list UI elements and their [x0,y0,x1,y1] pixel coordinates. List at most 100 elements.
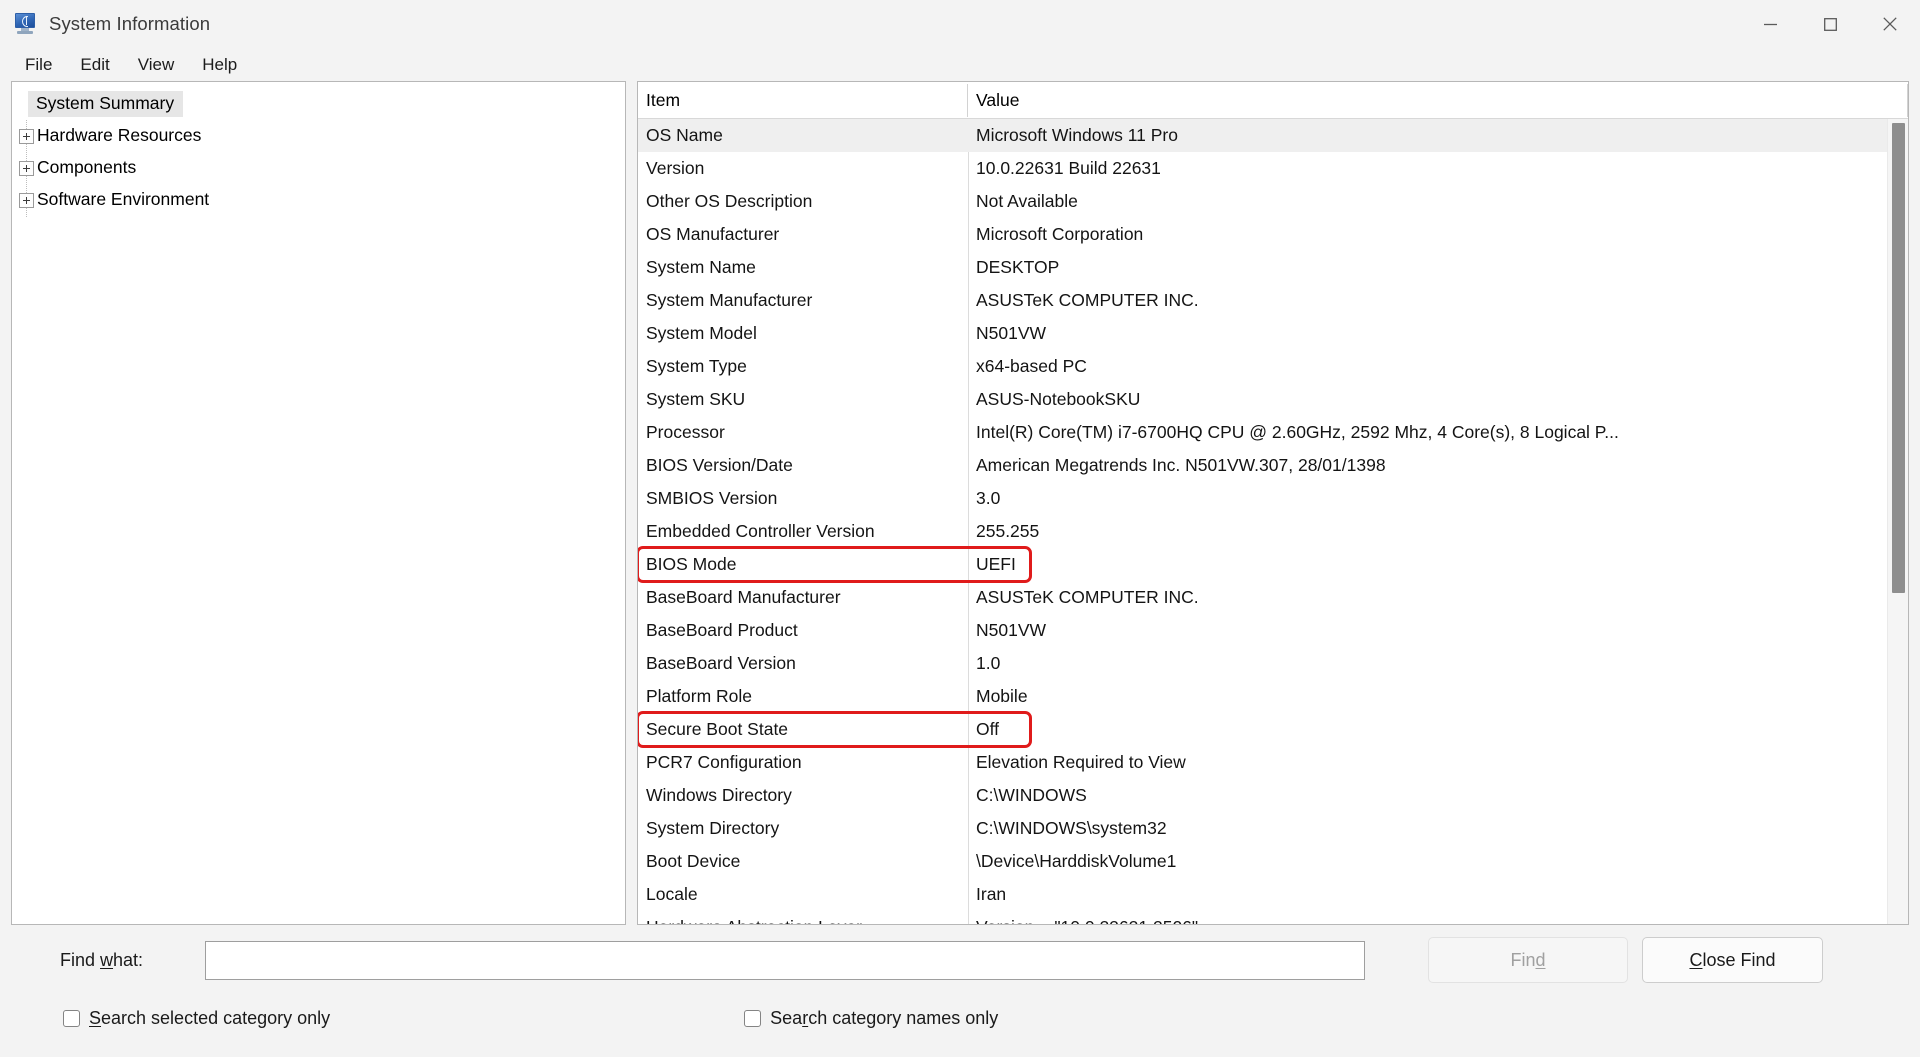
details-row[interactable]: OS ManufacturerMicrosoft Corporation [638,218,1908,251]
menu-help[interactable]: Help [188,53,251,77]
find-input[interactable] [205,941,1365,980]
details-row[interactable]: System NameDESKTOP [638,251,1908,284]
details-row-item: Version [638,158,968,179]
menu-view[interactable]: View [124,53,189,77]
details-row-value: Iran [968,884,1908,905]
details-row-value: 255.255 [968,521,1908,542]
tree-item-system-summary[interactable]: System Summary [12,88,625,120]
find-what-label: Find what: [60,950,205,971]
details-row-item: BIOS Mode [638,554,968,575]
close-button[interactable] [1860,0,1920,48]
find-bar: Find what: Find Close Find Search select… [0,925,1920,1057]
details-row-value: Version = "10.0.22621.2506" [968,917,1908,924]
details-row[interactable]: SMBIOS Version3.0 [638,482,1908,515]
expand-plus-icon[interactable] [19,129,34,144]
details-row[interactable]: BaseBoard ManufacturerASUSTeK COMPUTER I… [638,581,1908,614]
checkbox-label: Search category names only [770,1008,998,1029]
details-row-list: OS NameMicrosoft Windows 11 ProVersion10… [638,119,1908,924]
details-body: OS NameMicrosoft Windows 11 ProVersion10… [638,119,1908,924]
cb2-post: ch category names only [808,1008,998,1028]
details-row[interactable]: ProcessorIntel(R) Core(TM) i7-6700HQ CPU… [638,416,1908,449]
details-row[interactable]: PCR7 ConfigurationElevation Required to … [638,746,1908,779]
menu-file[interactable]: File [11,53,66,77]
details-row-item: Processor [638,422,968,443]
details-scrollbar[interactable] [1887,119,1908,924]
tree-item-hardware-resources[interactable]: Hardware Resources [12,120,625,152]
system-information-window: System Information File Edit View Help S… [0,0,1920,1057]
details-row-item: Other OS Description [638,191,968,212]
details-row[interactable]: System DirectoryC:\WINDOWS\system32 [638,812,1908,845]
find-label-accelerator: w [100,950,113,970]
checkbox-box-icon[interactable] [744,1010,761,1027]
details-row-value: UEFI [968,554,1030,575]
details-row-item: System Directory [638,818,968,839]
details-row-item: OS Name [638,125,968,146]
details-row[interactable]: Platform RoleMobile [638,680,1908,713]
details-row-item: System Manufacturer [638,290,968,311]
details-row-value: 10.0.22631 Build 22631 [968,158,1908,179]
title-bar: System Information [0,0,1920,48]
details-row[interactable]: System SKUASUS-NotebookSKU [638,383,1908,416]
details-row[interactable]: Hardware Abstraction LayerVersion = "10.… [638,911,1908,924]
details-row[interactable]: LocaleIran [638,878,1908,911]
details-row[interactable]: System ManufacturerASUSTeK COMPUTER INC. [638,284,1908,317]
close-find-accelerator: C [1689,950,1702,971]
details-pane: Item Value OS NameMicrosoft Windows 11 P… [637,81,1909,925]
details-row-item: Locale [638,884,968,905]
details-row-value: Off [968,719,1030,740]
details-row-value: Elevation Required to View [968,752,1908,773]
find-button[interactable]: Find [1428,937,1628,983]
cb1-post: earch selected category only [101,1008,330,1028]
close-find-button[interactable]: Close Find [1642,937,1823,983]
details-row-value: Microsoft Corporation [968,224,1908,245]
details-row-value: Intel(R) Core(TM) i7-6700HQ CPU @ 2.60GH… [968,422,1908,443]
find-row-top: Find what: Find Close Find [11,925,1909,995]
minimize-button[interactable] [1740,0,1800,48]
tree-item-software-environment[interactable]: Software Environment [12,184,625,216]
column-header-item[interactable]: Item [638,90,968,111]
expand-plus-icon[interactable] [19,193,34,208]
scrollbar-thumb[interactable] [1892,123,1905,593]
find-button-pre: Fin [1510,950,1535,971]
tree-item-components[interactable]: Components [12,152,625,184]
category-tree: System Summary Hardware Resources Compon… [12,82,625,216]
details-row-value: \Device\HarddiskVolume1 [968,851,1908,872]
search-category-names-checkbox[interactable]: Search category names only [744,1008,998,1029]
expand-plus-icon[interactable] [19,161,34,176]
details-row-item: BaseBoard Manufacturer [638,587,968,608]
details-row-value: C:\WINDOWS [968,785,1908,806]
details-row[interactable]: System Typex64-based PC [638,350,1908,383]
close-find-post: lose Find [1702,950,1775,971]
category-tree-pane: System Summary Hardware Resources Compon… [11,81,626,925]
checkbox-box-icon[interactable] [63,1010,80,1027]
details-row[interactable]: Boot Device\Device\HarddiskVolume1 [638,845,1908,878]
details-row-value: C:\WINDOWS\system32 [968,818,1908,839]
details-row[interactable]: Other OS DescriptionNot Available [638,185,1908,218]
details-row[interactable]: Embedded Controller Version255.255 [638,515,1908,548]
cb1-accelerator: S [89,1008,101,1028]
details-row-value: DESKTOP [968,257,1908,278]
details-row[interactable]: Version10.0.22631 Build 22631 [638,152,1908,185]
details-row-item: BaseBoard Version [638,653,968,674]
details-row[interactable]: Windows DirectoryC:\WINDOWS [638,779,1908,812]
details-row[interactable]: BIOS ModeUEFI [638,548,1030,581]
details-row[interactable]: System ModelN501VW [638,317,1908,350]
column-header-value[interactable]: Value [968,90,1908,111]
details-row[interactable]: BaseBoard Version1.0 [638,647,1908,680]
tree-item-label: System Summary [28,91,183,118]
details-row[interactable]: BaseBoard ProductN501VW [638,614,1908,647]
details-row-item: BaseBoard Product [638,620,968,641]
details-row[interactable]: BIOS Version/DateAmerican Megatrends Inc… [638,449,1908,482]
system-information-icon [14,13,38,35]
search-selected-category-checkbox[interactable]: Search selected category only [63,1008,330,1029]
details-row-item: Windows Directory [638,785,968,806]
details-row[interactable]: Secure Boot StateOff [638,713,1030,746]
details-row-item: Secure Boot State [638,719,968,740]
details-row-value: N501VW [968,620,1908,641]
details-row-value: Not Available [968,191,1908,212]
maximize-button[interactable] [1800,0,1860,48]
details-row-value: 3.0 [968,488,1908,509]
menu-edit[interactable]: Edit [66,53,123,77]
details-row[interactable]: OS NameMicrosoft Windows 11 Pro [638,119,1908,152]
details-row-item: Platform Role [638,686,968,707]
